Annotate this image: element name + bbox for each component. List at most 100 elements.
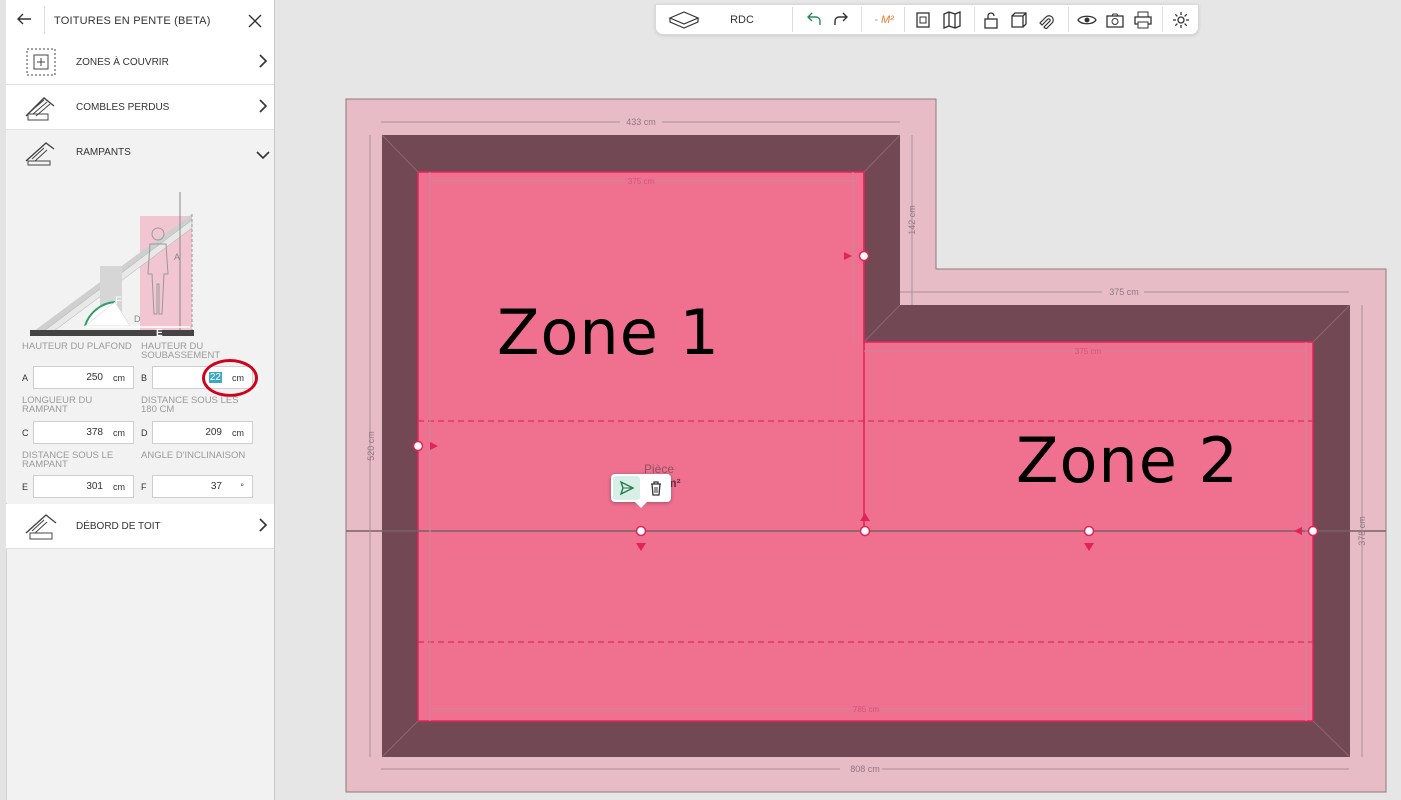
illus-label-f: F	[115, 295, 122, 307]
field-letter-f: F	[141, 482, 147, 492]
wall-handle[interactable]	[1083, 525, 1095, 537]
popup-tip	[635, 502, 647, 508]
field-value: 378	[86, 427, 103, 438]
toolbar-separator	[1162, 7, 1163, 32]
add-zone-icon	[24, 47, 58, 77]
field-label-d: DISTANCE SOUS LES 180 CM	[141, 395, 239, 415]
sidebar-item-zones[interactable]: ZONES À COUVRIR	[6, 40, 274, 85]
dim-inner-top: 375 cm	[628, 177, 655, 186]
ceiling-height-input[interactable]: 250 cm	[33, 366, 134, 389]
dim-left: 520 cm	[366, 431, 376, 461]
cube-icon[interactable]	[1008, 9, 1030, 31]
wall-handle[interactable]	[858, 250, 870, 262]
back-arrow-icon[interactable]	[14, 10, 34, 30]
area-label: - M²	[874, 14, 894, 26]
field-letter-d: D	[141, 428, 148, 438]
wall-handle[interactable]	[412, 440, 424, 452]
chevron-right-icon	[258, 99, 268, 113]
level-selector[interactable]: RDC	[716, 9, 768, 31]
field-unit: cm	[113, 373, 125, 383]
magnet-icon[interactable]	[1036, 9, 1058, 31]
chevron-right-icon	[258, 54, 268, 68]
undo-icon[interactable]	[802, 9, 826, 31]
header-divider	[44, 6, 45, 34]
dim-right-step: 142 cm	[907, 205, 917, 235]
sidebar-item-label: RAMPANTS	[76, 147, 131, 158]
field-label-f: ANGLE D'INCLINAISON	[141, 450, 246, 461]
field-letter-b: B	[141, 373, 148, 383]
field-label-c: LONGUEUR DU RAMPANT	[22, 395, 93, 415]
toolbar-separator	[1068, 7, 1069, 32]
top-toolbar: RDC - M²	[655, 4, 1199, 35]
slope-angle-input[interactable]: 37 °	[152, 475, 253, 498]
send-icon[interactable]	[613, 476, 640, 500]
dim-inner-step: 375 cm	[1075, 347, 1102, 356]
area-icon[interactable]: - M²	[868, 9, 900, 31]
illus-label-a: A	[174, 252, 180, 262]
dim-inner-bottom: 785 cm	[853, 705, 880, 714]
settings-icon[interactable]	[1170, 9, 1192, 31]
lock-icon[interactable]	[980, 9, 1002, 31]
toolbar-separator	[861, 7, 862, 32]
field-letter-a: A	[22, 373, 29, 383]
field-label-a: HAUTEUR DU PLAFOND	[22, 341, 132, 352]
sidebar-item-combles[interactable]: COMBLES PERDUS	[6, 85, 274, 130]
sidebar-item-label: ZONES À COUVRIR	[76, 57, 169, 68]
roof-overhang-icon	[24, 511, 58, 541]
toolbar-separator	[974, 7, 975, 32]
field-unit: cm	[113, 428, 125, 438]
sidebar-item-label: DÉBORD DE TOIT	[76, 521, 161, 532]
highlight-circle	[202, 359, 258, 397]
panel-title: TOITURES EN PENTE (BETA)	[54, 15, 211, 27]
toolbar-separator	[904, 7, 905, 32]
toolbar-separator	[792, 7, 793, 32]
distance-under-rampant-input[interactable]: 301 cm	[33, 475, 134, 498]
redo-icon[interactable]	[829, 9, 853, 31]
level-label: RDC	[730, 14, 754, 26]
sidebar-panel: TOITURES EN PENTE (BETA) ZONES À COUVRIR…	[0, 0, 275, 800]
close-icon[interactable]	[246, 12, 264, 30]
map-icon[interactable]	[940, 9, 964, 31]
dim-right: 378 cm	[1357, 516, 1367, 546]
dim-step-width: 375 cm	[1109, 287, 1139, 297]
zone-1-label: Zone 1	[497, 296, 720, 369]
trash-icon[interactable]	[644, 476, 668, 500]
sloped-roof-icon	[24, 137, 58, 167]
field-unit: cm	[113, 482, 125, 492]
dim-top: 433 cm	[626, 117, 656, 127]
eye-icon[interactable]	[1076, 9, 1098, 31]
field-value: 250	[86, 372, 103, 383]
wall-handle[interactable]	[635, 525, 647, 537]
field-value: 209	[205, 427, 222, 438]
sidebar-header: TOITURES EN PENTE (BETA)	[6, 0, 274, 41]
field-letter-e: E	[22, 482, 29, 492]
wall-handle[interactable]	[1307, 525, 1319, 537]
context-popup	[611, 474, 671, 508]
field-unit: cm	[232, 428, 244, 438]
print-icon[interactable]	[1132, 9, 1154, 31]
dim-bottom: 808 cm	[850, 764, 880, 774]
illus-label-e: E	[156, 328, 163, 336]
field-value: 37	[210, 481, 222, 492]
floor-plan-icon[interactable]	[666, 9, 702, 31]
zone-2-label: Zone 2	[1016, 424, 1239, 497]
camera-icon[interactable]	[1104, 9, 1126, 31]
illus-label-d: D	[134, 314, 141, 324]
chevron-down-icon	[256, 147, 270, 160]
distance-180-input[interactable]: 209 cm	[152, 421, 253, 444]
sidebar-item-debord[interactable]: DÉBORD DE TOIT	[6, 504, 274, 549]
attic-insulation-icon	[24, 92, 58, 122]
wall-handle[interactable]	[859, 525, 871, 537]
plan-canvas[interactable]: 433 cm 808 cm 375 cm 520 cm 142 cm 378 c…	[275, 0, 1401, 800]
rampant-illustration: F E D A	[30, 186, 194, 339]
chevron-right-icon	[258, 518, 268, 532]
field-label-b: HAUTEUR DU SOUBASSEMENT	[141, 341, 221, 361]
field-letter-c: C	[22, 428, 29, 438]
rampant-length-input[interactable]: 378 cm	[33, 421, 134, 444]
document-icon[interactable]	[912, 9, 934, 31]
field-label-e: DISTANCE SOUS LE RAMPANT	[22, 450, 114, 470]
field-value: 301	[86, 481, 103, 492]
field-unit: °	[240, 482, 244, 492]
sidebar-item-label: COMBLES PERDUS	[76, 102, 170, 113]
sidebar-item-rampants[interactable]: RAMPANTS	[6, 130, 274, 174]
